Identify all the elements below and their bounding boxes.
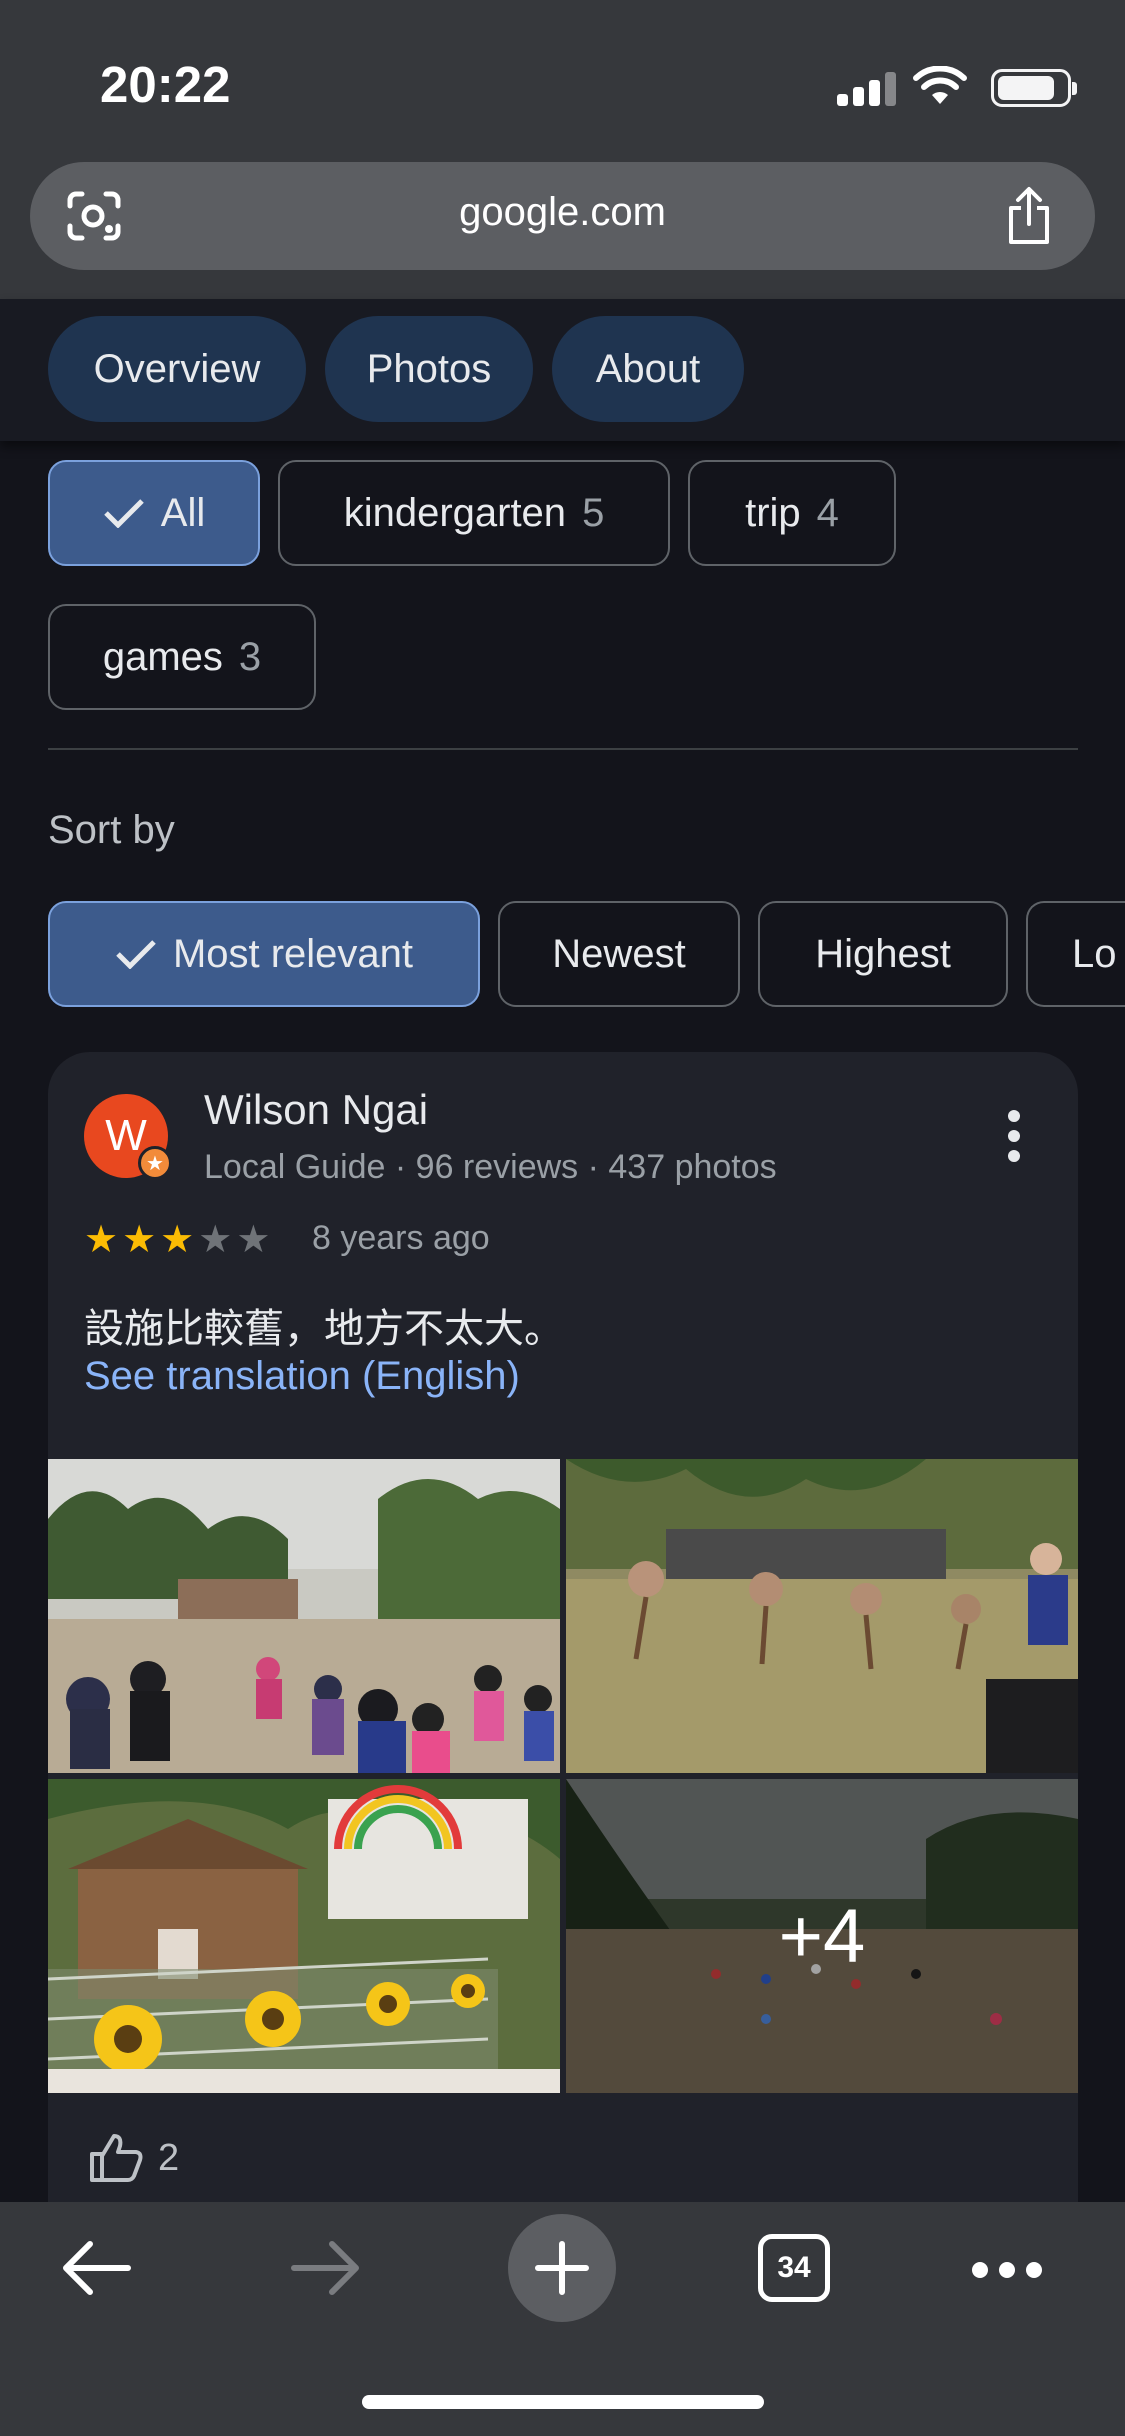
address-bar[interactable]: google.com: [30, 162, 1095, 270]
tabs-button[interactable]: 34: [758, 2234, 830, 2302]
sort-option-label: Highest: [815, 931, 951, 976]
browser-top-bar: 20:22 google.com: [0, 0, 1125, 299]
review-author-meta: Local Guide · 96 reviews · 437 photos: [204, 1148, 777, 1186]
star-empty-icon: ★: [236, 1219, 271, 1261]
sort-highest[interactable]: Highest: [758, 901, 1008, 1007]
filter-chip-trip[interactable]: trip 4: [688, 460, 896, 566]
review-date: 8 years ago: [312, 1219, 490, 1257]
filter-chip-all[interactable]: All: [48, 460, 260, 566]
battery-icon: [991, 69, 1077, 107]
url-text[interactable]: google.com: [30, 190, 1095, 235]
checkmark-icon: [116, 940, 156, 969]
cellular-signal-icon: [837, 72, 897, 106]
wifi-icon: [913, 66, 967, 104]
like-button[interactable]: 2: [88, 2132, 179, 2184]
back-arrow-icon[interactable]: [60, 2240, 132, 2296]
star-filled-icon: ★: [160, 1219, 195, 1261]
local-guide-badge-icon: ★: [138, 1146, 172, 1180]
sort-by-label: Sort by: [48, 808, 175, 852]
review-card: W ★ Wilson Ngai Local Guide · 96 reviews…: [48, 1052, 1078, 2242]
forward-arrow-icon: [291, 2241, 359, 2295]
sort-option-label: Lo: [1072, 931, 1117, 976]
star-filled-icon: ★: [122, 1219, 157, 1261]
thumbs-up-icon: [90, 2134, 143, 2182]
review-photo[interactable]: [566, 1459, 1078, 1773]
more-options-icon[interactable]: [1008, 1110, 1020, 1162]
filter-chip-label: All: [160, 490, 206, 535]
review-photo-more[interactable]: +4: [566, 1779, 1078, 2093]
filter-chip-count: 5: [582, 490, 605, 535]
sort-most-relevant[interactable]: Most relevant: [48, 901, 480, 1007]
review-photo[interactable]: [48, 1459, 560, 1773]
star-rating: ★ ★ ★ ★ ★: [84, 1220, 270, 1260]
place-tab-bar: Overview Photos About: [0, 299, 1125, 441]
filter-chip-count: 3: [238, 634, 262, 679]
status-time: 20:22: [100, 56, 231, 113]
new-tab-button[interactable]: [508, 2214, 616, 2322]
tab-about[interactable]: About: [552, 316, 744, 422]
sort-option-label: Most relevant: [172, 931, 414, 976]
filter-chip-label: games: [102, 634, 223, 679]
sort-option-label: Newest: [552, 931, 686, 976]
sort-lowest[interactable]: Lo: [1026, 901, 1125, 1007]
filter-chip-count: 4: [816, 490, 839, 535]
star-empty-icon: ★: [198, 1219, 233, 1261]
see-translation-link[interactable]: See translation (English): [84, 1354, 520, 1399]
sort-newest[interactable]: Newest: [498, 901, 740, 1007]
filter-chip-label: kindergarten: [343, 490, 567, 535]
tabs-count: 34: [777, 2251, 811, 2284]
avatar[interactable]: W ★: [84, 1094, 172, 1180]
tab-photos[interactable]: Photos: [325, 316, 533, 422]
star-filled-icon: ★: [84, 1219, 119, 1261]
checkmark-icon: [103, 499, 144, 528]
share-icon[interactable]: [1003, 186, 1055, 246]
review-text: 設施比較舊，地方不太大。: [84, 1306, 564, 1352]
battery-level: [998, 76, 1055, 100]
tab-overview[interactable]: Overview: [48, 316, 306, 422]
divider: [48, 748, 1078, 750]
filter-chip-label: trip: [745, 490, 801, 535]
home-indicator: [362, 2395, 764, 2409]
plus-icon: [535, 2241, 589, 2295]
review-author[interactable]: Wilson Ngai: [204, 1086, 428, 1134]
filter-chip-games[interactable]: games 3: [48, 604, 316, 710]
more-photos-count: +4: [566, 1779, 1078, 2093]
filter-chip-kindergarten[interactable]: kindergarten 5: [278, 460, 670, 566]
more-menu-icon[interactable]: [972, 2262, 1042, 2278]
review-photo[interactable]: [48, 1779, 560, 2093]
like-count: 2: [158, 2136, 180, 2179]
